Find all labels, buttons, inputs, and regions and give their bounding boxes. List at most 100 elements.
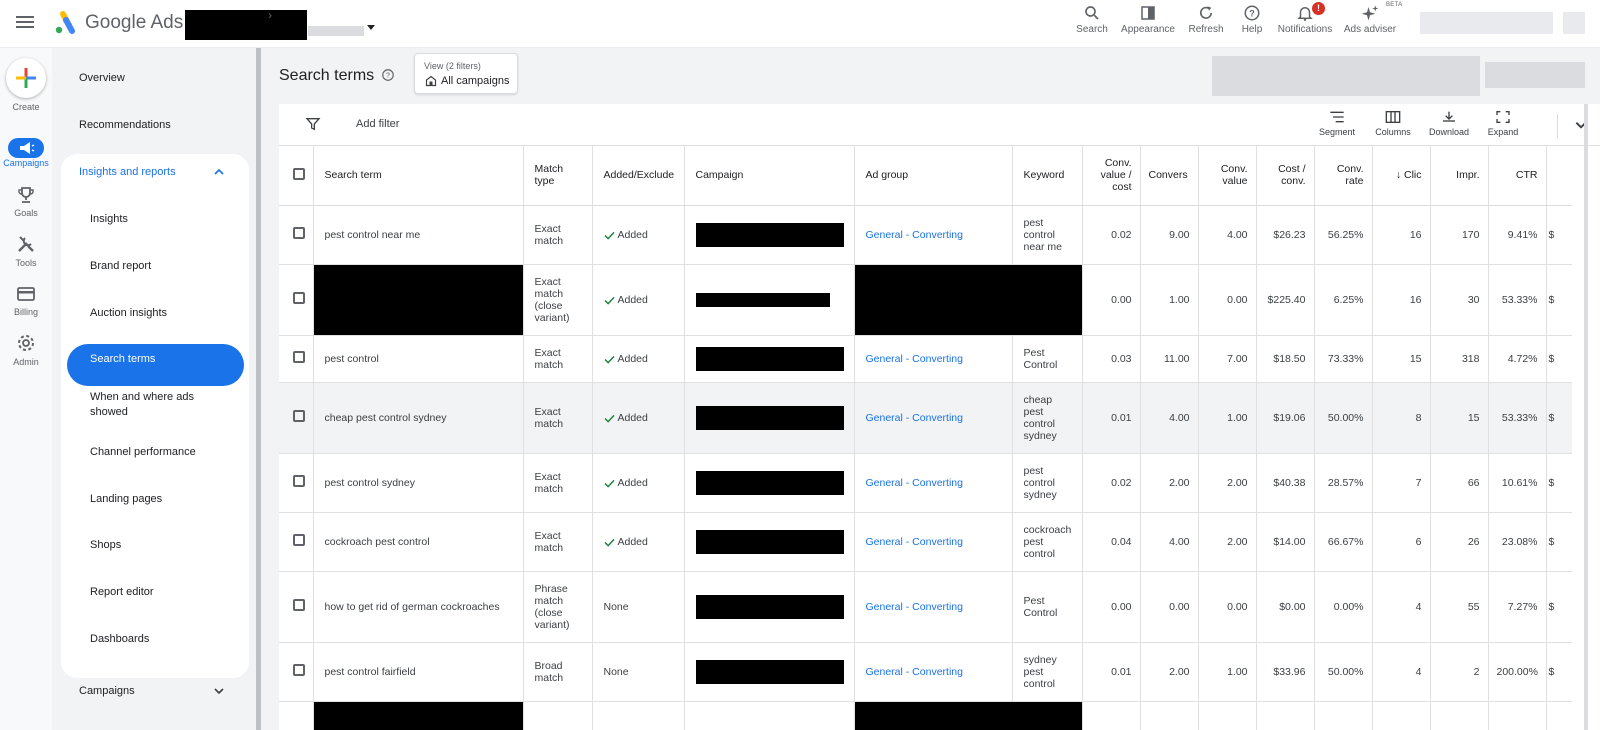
campaign-name-redacted[interactable] — [695, 292, 830, 307]
rail-admin-label[interactable]: Admin — [0, 357, 52, 367]
campaign-name-redacted[interactable] — [695, 470, 844, 495]
user-account-redacted[interactable] — [1420, 12, 1553, 34]
col-conv-value[interactable]: Conv. value — [1198, 146, 1257, 206]
col-conversions[interactable]: Convers — [1140, 146, 1199, 206]
row-checkbox[interactable] — [293, 227, 305, 239]
view-selector[interactable]: View (2 filters) All campaigns — [414, 53, 518, 94]
sidebar-item-auction-insights[interactable]: Auction insights — [90, 306, 230, 321]
table-scrollbar[interactable] — [1584, 104, 1588, 730]
col-cost-conv[interactable]: Cost / conv. — [1256, 146, 1315, 206]
account-dropdown-icon[interactable] — [367, 25, 375, 30]
ad-group-link[interactable]: General - Converting — [866, 666, 963, 678]
col-ctr[interactable]: CTR — [1488, 146, 1547, 206]
rail-campaigns-label[interactable]: Campaigns — [0, 158, 52, 168]
search-button[interactable]: Search — [1072, 4, 1112, 35]
row-checkbox[interactable] — [293, 664, 305, 676]
col-added-excluded[interactable]: Added/Exclude — [592, 146, 685, 206]
col-impressions[interactable]: Impr. — [1430, 146, 1489, 206]
download-button[interactable]: Download — [1425, 110, 1473, 137]
chevron-down-icon[interactable] — [213, 686, 225, 696]
sidebar-item-search-terms[interactable]: Search terms — [90, 352, 230, 367]
notifications-button[interactable]: ! Notifications — [1276, 2, 1334, 35]
row-checkbox[interactable] — [293, 410, 305, 422]
col-conv-rate[interactable]: Conv. rate — [1314, 146, 1373, 206]
sidebar-item-when-and-where[interactable]: When and where ads showed — [90, 390, 230, 420]
columns-button[interactable]: Columns — [1371, 110, 1415, 137]
card-icon[interactable] — [16, 284, 36, 304]
gear-icon[interactable] — [16, 333, 36, 353]
search-term-cell[interactable]: cheap pest control sydney — [313, 382, 524, 454]
ad-group-link[interactable]: General - Converting — [866, 477, 963, 489]
select-all-checkbox[interactable] — [293, 167, 305, 180]
sidebar-item-landing-pages[interactable]: Landing pages — [90, 492, 230, 507]
trophy-icon[interactable] — [16, 185, 36, 205]
table-row[interactable]: cheap pest control sydney Exact match Adde… — [279, 382, 1572, 454]
ad-group-link[interactable]: General - Converting — [866, 601, 963, 613]
date-range-redacted[interactable] — [1212, 56, 1480, 96]
ad-group-link[interactable]: General - Converting — [866, 412, 963, 424]
sidebar-item-shops[interactable]: Shops — [90, 538, 230, 553]
ad-group-link[interactable]: General - Converting — [866, 536, 963, 548]
table-row[interactable]: pest control sydney Exact match Added Gener… — [279, 453, 1572, 513]
campaign-name-redacted[interactable] — [695, 594, 844, 619]
sidebar-item-brand-report[interactable]: Brand report — [90, 259, 230, 274]
row-checkbox[interactable] — [293, 292, 305, 304]
table-row[interactable]: pest control Exact match Added General - Co… — [279, 335, 1572, 383]
col-search-term[interactable]: Search term — [313, 146, 524, 206]
ad-group-link[interactable]: General - Converting — [866, 353, 963, 365]
rail-billing-label[interactable]: Billing — [0, 307, 52, 317]
table-row[interactable]: Exact match (close variant) Added 0.00 1.00… — [279, 264, 1572, 336]
table-row[interactable]: pest control fairfield Broad match None Gen… — [279, 642, 1572, 702]
search-term-cell[interactable]: pest control near me — [313, 205, 524, 265]
campaign-name-redacted[interactable] — [695, 529, 844, 554]
appearance-button[interactable]: Appearance — [1120, 4, 1176, 35]
sidebar-item-insights[interactable]: Insights — [90, 212, 230, 227]
ad-group-link[interactable]: General - Converting — [866, 229, 963, 241]
create-button[interactable] — [6, 58, 46, 98]
table-row[interactable]: cockroach pest control Exact match Added Ge… — [279, 512, 1572, 572]
campaign-name-redacted[interactable] — [695, 222, 844, 247]
sidebar-item-dashboards[interactable]: Dashboards — [90, 632, 230, 647]
row-checkbox[interactable] — [293, 351, 305, 363]
search-term-cell[interactable]: how to get rid of german cockroaches — [313, 571, 524, 643]
sidebar-scrollbar[interactable] — [256, 48, 261, 730]
col-ad-group[interactable]: Ad group — [854, 146, 1013, 206]
row-checkbox[interactable] — [293, 475, 305, 487]
sidebar-item-recommendations[interactable]: Recommendations — [79, 119, 171, 131]
add-filter-button[interactable]: Add filter — [356, 118, 399, 130]
search-term-cell[interactable]: cockroach pest control — [313, 512, 524, 572]
ads-adviser-button[interactable]: BETA Ads adviser — [1342, 2, 1402, 35]
rail-goals-label[interactable]: Goals — [0, 208, 52, 218]
search-term-cell[interactable]: pest control — [313, 335, 524, 383]
campaign-name-redacted[interactable] — [695, 405, 844, 430]
segment-button[interactable]: Segment — [1315, 110, 1359, 137]
sidebar-item-insights-and-reports[interactable]: Insights and reports — [79, 166, 176, 178]
sidebar-item-campaigns[interactable]: Campaigns — [79, 685, 135, 697]
sidebar-item-channel-performance[interactable]: Channel performance — [90, 445, 230, 460]
refresh-button[interactable]: Refresh — [1186, 4, 1226, 35]
hamburger-menu-icon[interactable] — [16, 13, 34, 31]
col-keyword[interactable]: Keyword — [1012, 146, 1083, 206]
filter-icon[interactable] — [305, 116, 321, 132]
campaign-name-redacted[interactable] — [695, 346, 844, 371]
sidebar-item-overview[interactable]: Overview — [79, 72, 125, 84]
rail-tools-label[interactable]: Tools — [0, 258, 52, 268]
col-campaign[interactable]: Campaign — [684, 146, 855, 206]
col-match-type[interactable]: Match type — [523, 146, 593, 206]
avatar[interactable] — [1563, 12, 1585, 34]
help-button[interactable]: ? Help — [1236, 4, 1268, 35]
compare-redacted[interactable] — [1485, 62, 1585, 88]
table-row[interactable]: pest control near me Exact match Added Gene… — [279, 205, 1572, 265]
account-name-redacted[interactable] — [185, 10, 307, 40]
campaign-name-redacted[interactable] — [695, 659, 844, 684]
expand-button[interactable]: Expand — [1483, 110, 1523, 137]
row-checkbox[interactable] — [293, 534, 305, 546]
col-conv-value-cost[interactable]: Conv. value / cost — [1082, 146, 1141, 206]
help-circle-icon[interactable]: ? — [381, 68, 395, 82]
sidebar-item-report-editor[interactable]: Report editor — [90, 585, 230, 600]
table-row[interactable]: how to get rid of german cockroaches Phra… — [279, 571, 1572, 643]
col-clicks[interactable]: ↓ Clic — [1372, 146, 1431, 206]
tools-icon[interactable] — [16, 234, 36, 254]
search-term-cell[interactable]: pest control fairfield — [313, 642, 524, 702]
chevron-up-icon[interactable] — [213, 167, 225, 177]
